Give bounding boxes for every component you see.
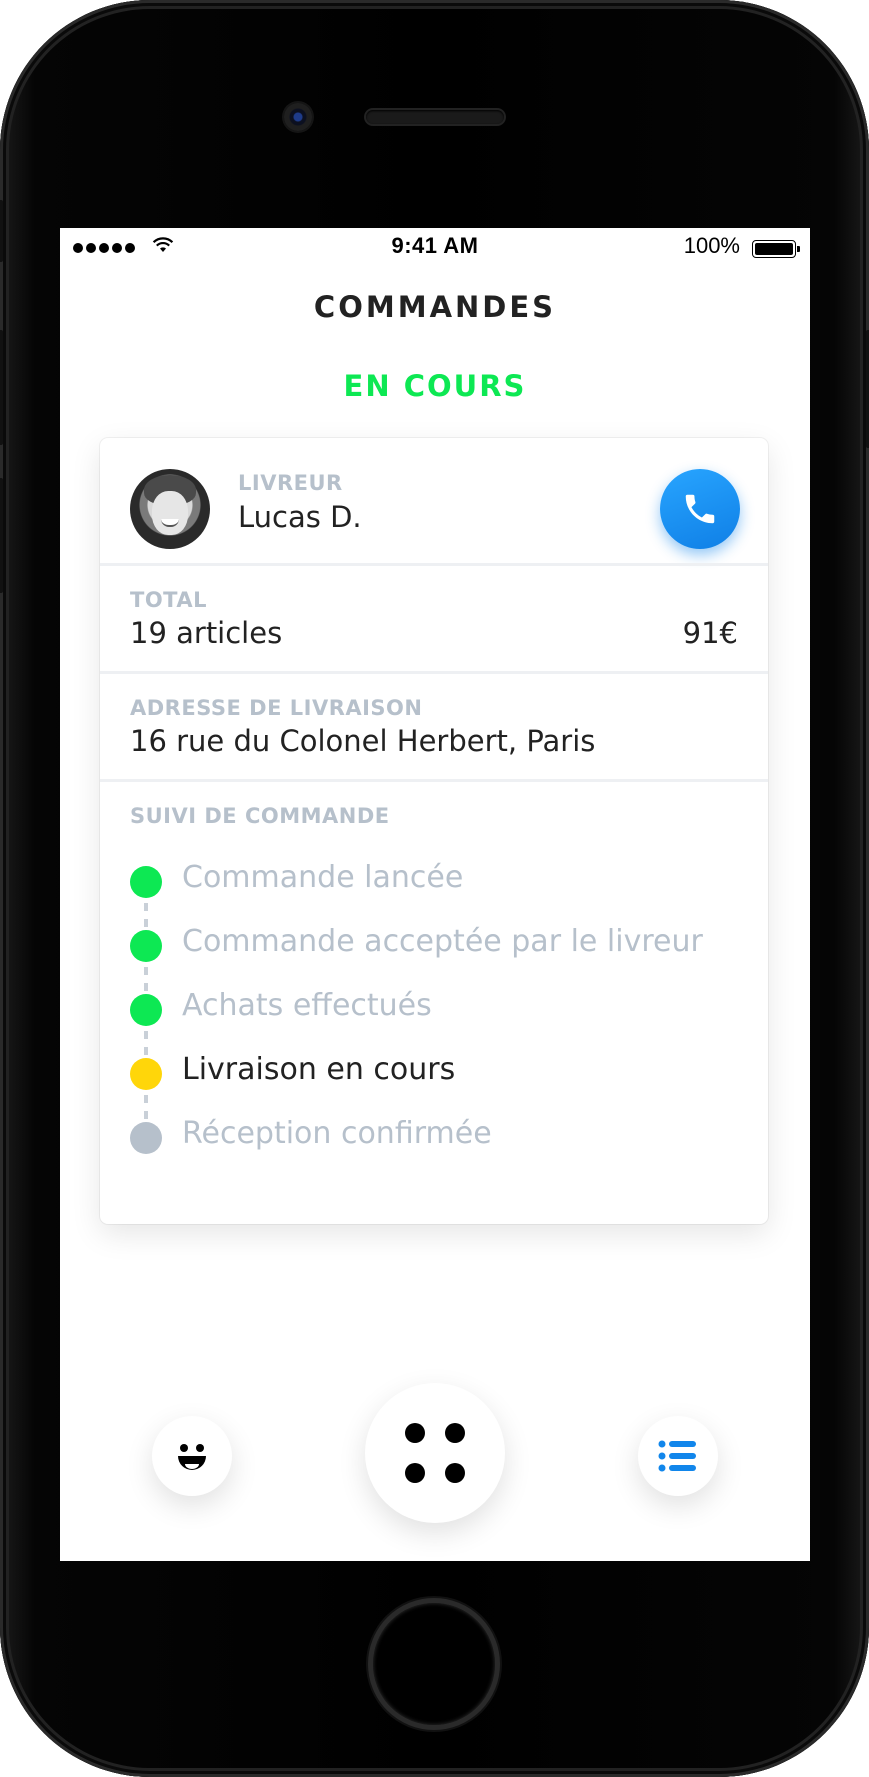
- status-dot-done: [130, 994, 162, 1026]
- battery-icon: [752, 240, 800, 258]
- total-label: TOTAL: [130, 588, 208, 612]
- page-title: COMMANDES: [313, 290, 557, 324]
- tracking-step: Livraison en cours: [100, 1052, 768, 1092]
- total-items: 19 articles: [130, 616, 283, 650]
- profile-nav-button[interactable]: [152, 1416, 232, 1496]
- tracking-step-text: Achats effectués: [182, 988, 432, 1023]
- status-bar: 9:41 AM 100%: [60, 228, 810, 268]
- tracking-step: Commande acceptée par le livreur: [100, 924, 768, 964]
- address-section: ADRESSE DE LIVRAISON 16 rue du Colonel H…: [100, 671, 768, 780]
- home-button[interactable]: [368, 1598, 500, 1730]
- tracking-step-text: Commande lancée: [182, 860, 464, 895]
- status-dot-pending: [130, 1122, 162, 1154]
- earpiece-speaker: [366, 110, 504, 124]
- tracking-step: Achats effectués: [100, 988, 768, 1028]
- volume-up-button: [0, 330, 3, 445]
- courier-section: LIVREUR Lucas D.: [100, 438, 768, 563]
- list-icon: [658, 1440, 696, 1472]
- tracking-step-text: Livraison en cours: [182, 1052, 456, 1087]
- phone-icon: [685, 494, 715, 524]
- screen: 9:41 AM 100% COMMANDES EN COURS LIVREUR …: [60, 228, 810, 1561]
- home-nav-button[interactable]: [365, 1383, 505, 1523]
- tracking-label: SUIVI DE COMMANDE: [130, 804, 390, 828]
- status-dot-done: [130, 930, 162, 962]
- courier-label: LIVREUR: [238, 471, 343, 495]
- address-value: 16 rue du Colonel Herbert, Paris: [130, 724, 596, 758]
- tracking-step-text: Réception confirmée: [182, 1116, 492, 1151]
- status-dot-current: [130, 1058, 162, 1090]
- orders-nav-button[interactable]: [638, 1416, 718, 1496]
- call-courier-button[interactable]: [660, 469, 740, 549]
- battery-percent: 100%: [683, 233, 740, 258]
- total-section: TOTAL 19 articles 91€: [100, 563, 768, 672]
- tracking-step: Réception confirmée: [100, 1116, 768, 1156]
- address-label: ADRESSE DE LIVRAISON: [130, 696, 423, 720]
- courier-name: Lucas D.: [238, 500, 362, 534]
- smiley-icon: [178, 1444, 206, 1470]
- status-dot-done: [130, 866, 162, 898]
- total-price: 91€: [682, 616, 738, 650]
- courier-avatar: [130, 469, 210, 549]
- volume-down-button: [0, 478, 3, 593]
- order-card: LIVREUR Lucas D. TOTAL 19 articles 91€ A…: [100, 438, 768, 1224]
- tracking-section: SUIVI DE COMMANDE Commande lancée Comman…: [100, 779, 768, 1227]
- front-camera: [284, 103, 312, 131]
- section-title: EN COURS: [343, 369, 527, 403]
- tracking-step-text: Commande acceptée par le livreur: [182, 924, 703, 959]
- mute-switch: [0, 200, 3, 262]
- tracking-step: Commande lancée: [100, 860, 768, 900]
- grid-icon: [405, 1423, 465, 1483]
